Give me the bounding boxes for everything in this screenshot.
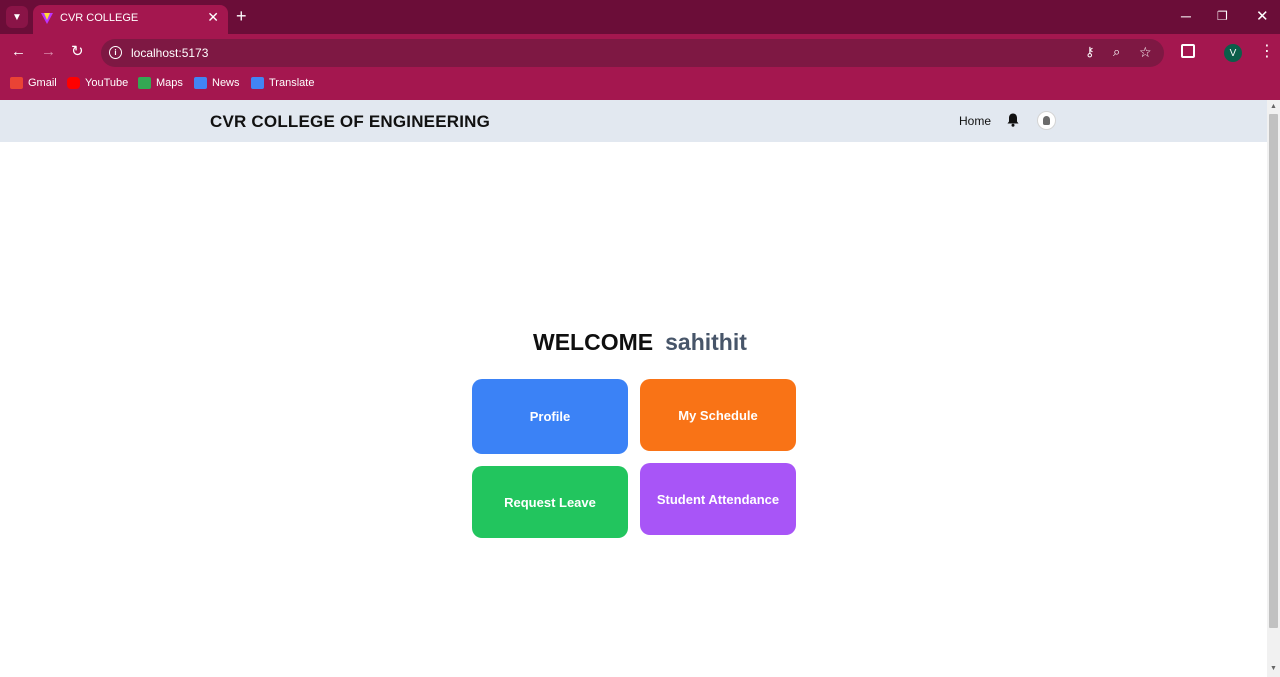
bookmark-label: Translate xyxy=(269,77,315,89)
maximize-button[interactable]: ❐ xyxy=(1217,9,1228,23)
password-key-icon[interactable]: ⚷ xyxy=(1085,44,1095,60)
nav-home-link[interactable]: Home xyxy=(959,114,991,128)
scroll-down-arrow-icon[interactable]: ▼ xyxy=(1270,665,1277,672)
profile-avatar[interactable]: V xyxy=(1224,44,1242,62)
back-arrow-icon[interactable]: ← xyxy=(11,43,26,61)
bookmark-news[interactable]: News xyxy=(194,77,240,89)
forward-arrow-icon[interactable]: → xyxy=(41,43,56,61)
scroll-thumb[interactable] xyxy=(1269,114,1278,628)
site-info-icon[interactable]: i xyxy=(109,46,122,59)
bell-icon[interactable] xyxy=(1007,113,1019,127)
translate-icon xyxy=(251,77,264,89)
my-schedule-button[interactable]: My Schedule xyxy=(640,379,796,451)
tab-title: CVR COLLEGE xyxy=(60,12,139,24)
bookmark-label: Maps xyxy=(156,77,183,89)
news-icon xyxy=(194,77,207,89)
url-text[interactable]: localhost:5173 xyxy=(131,46,208,60)
maps-icon xyxy=(138,77,151,89)
bookmark-gmail[interactable]: Gmail xyxy=(10,77,57,89)
gmail-icon xyxy=(10,77,23,89)
username: sahithit xyxy=(665,329,747,355)
bookmark-label: Gmail xyxy=(28,77,57,89)
bookmark-youtube[interactable]: YouTube xyxy=(67,77,128,89)
welcome-heading: WELCOME sahithit xyxy=(533,329,747,356)
profile-button[interactable]: Profile xyxy=(472,379,628,454)
site-navbar: CVR COLLEGE OF ENGINEERING Home xyxy=(0,100,1267,142)
bookmarks-bar: Gmail YouTube Maps News Translate xyxy=(0,71,1280,100)
tab-search-button[interactable]: ▼ xyxy=(6,6,28,28)
active-tab[interactable]: CVR COLLEGE ✕ xyxy=(33,5,228,34)
user-avatar-icon[interactable] xyxy=(1037,111,1056,130)
scroll-up-arrow-icon[interactable]: ▲ xyxy=(1270,103,1277,110)
youtube-icon xyxy=(67,77,80,89)
extensions-icon[interactable] xyxy=(1181,44,1195,58)
student-attendance-button[interactable]: Student Attendance xyxy=(640,463,796,535)
request-leave-button[interactable]: Request Leave xyxy=(472,466,628,538)
browser-toolbar: ← → ↻ i localhost:5173 ⚷ ⌕ ☆ xyxy=(0,34,1280,71)
welcome-label: WELCOME xyxy=(533,329,654,355)
minimize-button[interactable]: ─ xyxy=(1181,8,1191,24)
bookmark-maps[interactable]: Maps xyxy=(138,77,183,89)
page-scrollbar[interactable]: ▲ ▼ xyxy=(1267,100,1280,677)
address-bar[interactable]: i localhost:5173 ⚷ ⌕ ☆ xyxy=(101,39,1164,67)
bookmark-label: YouTube xyxy=(85,77,129,89)
new-tab-button[interactable]: + xyxy=(236,7,247,25)
vite-favicon-icon xyxy=(41,13,53,24)
bookmark-star-icon[interactable]: ☆ xyxy=(1139,44,1152,61)
browser-menu-icon[interactable]: ⋮ xyxy=(1259,43,1275,61)
college-brand[interactable]: CVR COLLEGE OF ENGINEERING xyxy=(210,112,490,132)
bookmark-label: News xyxy=(212,77,240,89)
close-window-button[interactable]: ✕ xyxy=(1256,7,1269,25)
reload-icon[interactable]: ↻ xyxy=(71,43,84,61)
page-content: CVR COLLEGE OF ENGINEERING Home WELCOME … xyxy=(0,100,1267,677)
tab-close-icon[interactable]: ✕ xyxy=(207,9,219,26)
tab-strip: ▼ CVR COLLEGE ✕ + ─ ❐ ✕ xyxy=(0,0,1280,34)
zoom-icon[interactable]: ⌕ xyxy=(1113,44,1120,60)
bookmark-translate[interactable]: Translate xyxy=(251,77,314,89)
